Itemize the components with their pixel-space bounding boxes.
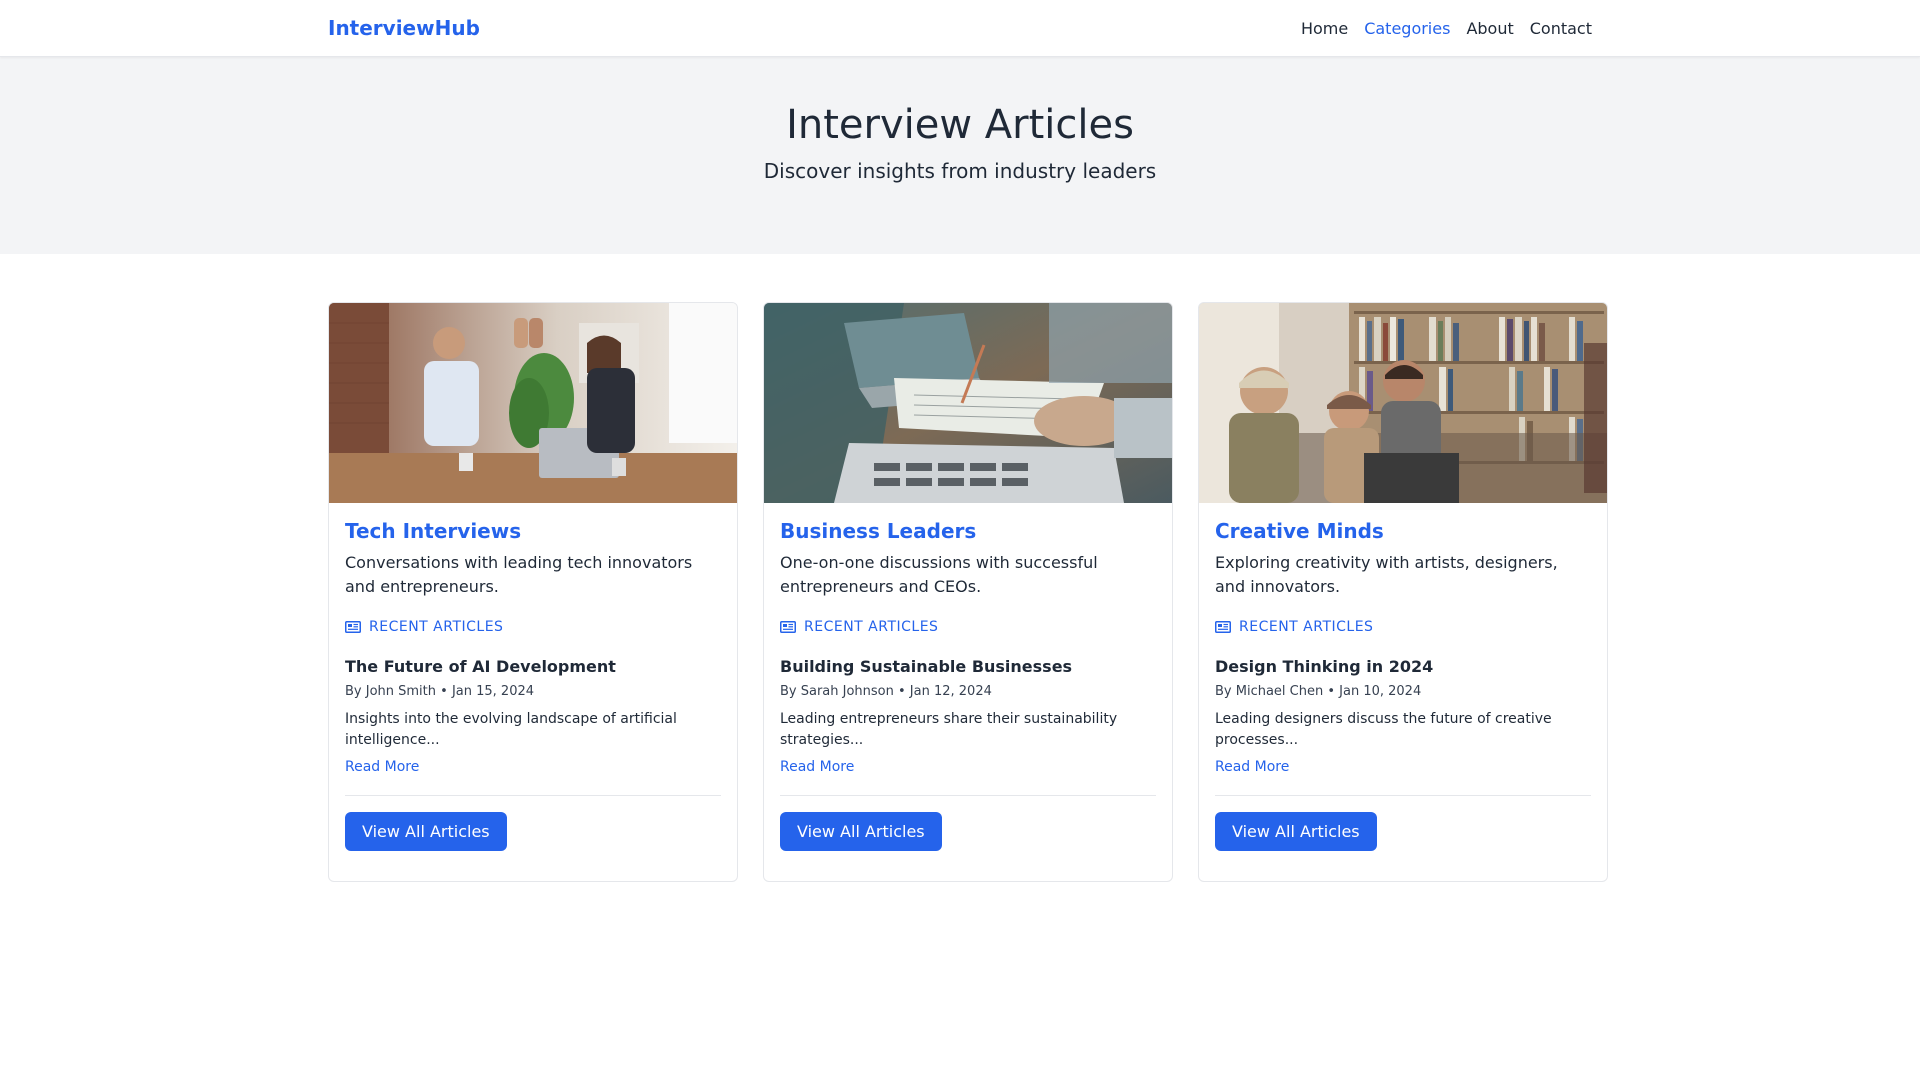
card-divider [1215, 795, 1591, 796]
recent-articles-label: RECENT ARTICLES [369, 619, 504, 635]
view-all-articles-button[interactable]: View All Articles [1215, 812, 1377, 851]
recent-articles-label: RECENT ARTICLES [1239, 619, 1374, 635]
recent-articles-label: RECENT ARTICLES [804, 619, 939, 635]
nav-link-about[interactable]: About [1458, 19, 1521, 38]
recent-articles-heading: RECENT ARTICLES [1215, 619, 1591, 635]
nav-links: Home Categories About Contact [1293, 19, 1600, 38]
card-body: Business Leaders One-on-one discussions … [764, 503, 1172, 881]
article-title[interactable]: Building Sustainable Businesses [780, 657, 1156, 676]
newspaper-icon [780, 621, 796, 633]
view-all-articles-button[interactable]: View All Articles [345, 812, 507, 851]
card-body: Creative Minds Exploring creativity with… [1199, 503, 1607, 881]
card-description: Conversations with leading tech innovato… [345, 553, 693, 596]
newspaper-icon [1215, 621, 1231, 633]
read-more-link[interactable]: Read More [1215, 759, 1289, 775]
article-title[interactable]: Design Thinking in 2024 [1215, 657, 1591, 676]
brand-logo[interactable]: InterviewHub [328, 16, 480, 40]
article-meta: By Sarah Johnson • Jan 12, 2024 [780, 684, 992, 699]
card-title[interactable]: Creative Minds [1215, 519, 1591, 543]
page-subtitle: Discover insights from industry leaders [763, 159, 1157, 183]
read-more-link[interactable]: Read More [780, 759, 854, 775]
hero-section: Interview Articles Discover insights fro… [0, 57, 1920, 254]
read-more-link[interactable]: Read More [345, 759, 419, 775]
nav-link-contact[interactable]: Contact [1522, 19, 1600, 38]
category-card-creative: Creative Minds Exploring creativity with… [1198, 302, 1608, 882]
article-excerpt: Leading designers discuss the future of … [1215, 711, 1552, 748]
card-image-business [764, 303, 1172, 503]
card-title[interactable]: Business Leaders [780, 519, 1156, 543]
newspaper-icon [345, 621, 361, 633]
card-description: One-on-one discussions with successful e… [780, 553, 1098, 596]
article-title[interactable]: The Future of AI Development [345, 657, 721, 676]
page-title: Interview Articles [786, 102, 1134, 148]
article-excerpt: Insights into the evolving landscape of … [345, 711, 677, 748]
category-card-tech: Tech Interviews Conversations with leadi… [328, 302, 738, 882]
category-card-business: Business Leaders One-on-one discussions … [763, 302, 1173, 882]
navbar-container: InterviewHub Home Categories About Conta… [312, 0, 1608, 56]
card-body: Tech Interviews Conversations with leadi… [329, 503, 737, 881]
card-description: Exploring creativity with artists, desig… [1215, 553, 1558, 596]
category-cards: Tech Interviews Conversations with leadi… [312, 302, 1608, 882]
article-meta: By John Smith • Jan 15, 2024 [345, 684, 535, 699]
nav-link-categories[interactable]: Categories [1356, 19, 1458, 38]
nav-link-home[interactable]: Home [1293, 19, 1356, 38]
card-divider [780, 795, 1156, 796]
view-all-articles-button[interactable]: View All Articles [780, 812, 942, 851]
article-excerpt: Leading entrepreneurs share their sustai… [780, 711, 1118, 748]
card-divider [345, 795, 721, 796]
recent-articles-heading: RECENT ARTICLES [345, 619, 721, 635]
card-image-creative [1199, 303, 1607, 503]
article-meta: By Michael Chen • Jan 10, 2024 [1215, 684, 1422, 699]
recent-articles-heading: RECENT ARTICLES [780, 619, 1156, 635]
card-image-tech [329, 303, 737, 503]
navbar: InterviewHub Home Categories About Conta… [0, 0, 1920, 57]
card-title[interactable]: Tech Interviews [345, 519, 721, 543]
